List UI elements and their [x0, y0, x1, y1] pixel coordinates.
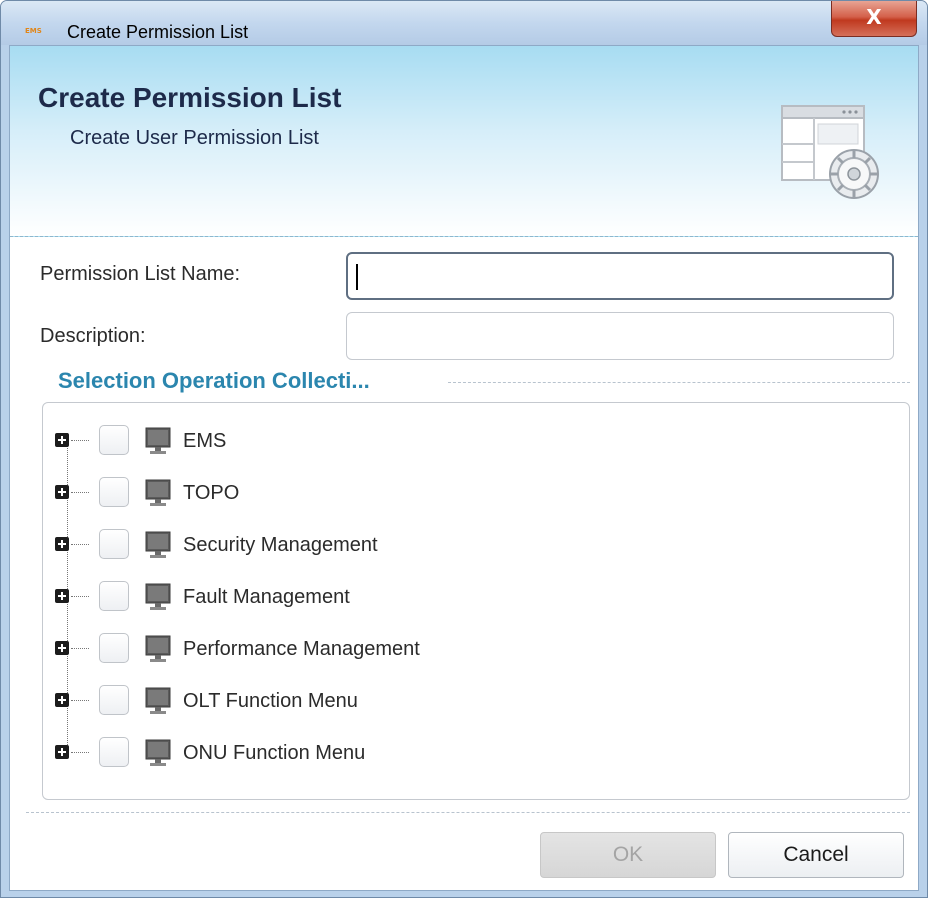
tree-item-checkbox[interactable]	[99, 529, 129, 559]
tree-item-label: Performance Management	[183, 638, 420, 660]
description-input[interactable]	[346, 312, 894, 360]
expand-plus-icon[interactable]	[55, 485, 69, 499]
tree-item-fault-management[interactable]: Fault Management	[43, 577, 903, 621]
operation-tree[interactable]: EMS TOPO Security Management Fault Manag…	[42, 402, 910, 800]
expand-plus-icon[interactable]	[55, 641, 69, 655]
tree-item-checkbox[interactable]	[99, 737, 129, 767]
tree-branch-line	[71, 544, 89, 545]
close-button[interactable]: X	[831, 1, 917, 37]
tree-item-checkbox[interactable]	[99, 581, 129, 611]
section-divider	[448, 382, 910, 383]
expand-plus-icon[interactable]	[55, 537, 69, 551]
ok-button[interactable]: OK	[540, 832, 716, 878]
tree-item-topo[interactable]: TOPO	[43, 473, 903, 517]
header-banner: Create Permission List Create User Permi…	[10, 46, 918, 237]
tree-item-checkbox[interactable]	[99, 477, 129, 507]
header-subtitle: Create User Permission List	[70, 127, 319, 149]
tree-item-label: OLT Function Menu	[183, 690, 358, 712]
tree-item-checkbox[interactable]	[99, 685, 129, 715]
tree-branch-line	[71, 700, 89, 701]
header-title: Create Permission List	[38, 82, 342, 113]
footer-divider	[26, 812, 910, 813]
tree-branch-line	[71, 492, 89, 493]
create-permission-list-dialog: EMS Create Permission List X Create Perm…	[0, 0, 928, 898]
monitor-icon	[145, 427, 171, 454]
permission-settings-icon	[781, 105, 879, 199]
tree-item-ems[interactable]: EMS	[43, 421, 903, 465]
monitor-icon	[145, 739, 171, 766]
monitor-icon	[145, 635, 171, 662]
monitor-icon	[145, 687, 171, 714]
tree-item-onu-function-menu[interactable]: ONU Function Menu	[43, 733, 903, 777]
permission-list-name-input[interactable]	[346, 252, 894, 300]
expand-plus-icon[interactable]	[55, 745, 69, 759]
monitor-icon	[145, 583, 171, 610]
expand-plus-icon[interactable]	[55, 433, 69, 447]
permission-list-name-label: Permission List Name:	[40, 263, 241, 285]
title-bar[interactable]: EMS Create Permission List X	[1, 1, 927, 45]
window-title: Create Permission List	[67, 22, 249, 42]
close-icon: X	[866, 5, 882, 29]
tree-item-label: Fault Management	[183, 586, 350, 608]
tree-item-security-management[interactable]: Security Management	[43, 525, 903, 569]
tree-branch-line	[71, 752, 89, 753]
tree-item-label: Security Management	[183, 534, 378, 556]
tree-item-checkbox[interactable]	[99, 633, 129, 663]
tree-branch-line	[71, 596, 89, 597]
dialog-content: Create Permission List Create User Permi…	[9, 45, 919, 891]
tree-branch-line	[71, 648, 89, 649]
tree-item-olt-function-menu[interactable]: OLT Function Menu	[43, 681, 903, 725]
app-logo-icon: EMS	[25, 27, 42, 35]
expand-plus-icon[interactable]	[55, 693, 69, 707]
description-label: Description:	[40, 325, 146, 347]
section-title: Selection Operation Collecti...	[58, 368, 370, 393]
tree-branch-line	[71, 440, 89, 441]
tree-item-label: TOPO	[183, 482, 240, 504]
cancel-button[interactable]: Cancel	[728, 832, 904, 878]
tree-item-label: EMS	[183, 430, 227, 452]
expand-plus-icon[interactable]	[55, 589, 69, 603]
tree-item-performance-management[interactable]: Performance Management	[43, 629, 903, 673]
text-caret	[356, 264, 358, 290]
monitor-icon	[145, 531, 171, 558]
tree-item-label: ONU Function Menu	[183, 742, 366, 764]
tree-item-checkbox[interactable]	[99, 425, 129, 455]
monitor-icon	[145, 479, 171, 506]
